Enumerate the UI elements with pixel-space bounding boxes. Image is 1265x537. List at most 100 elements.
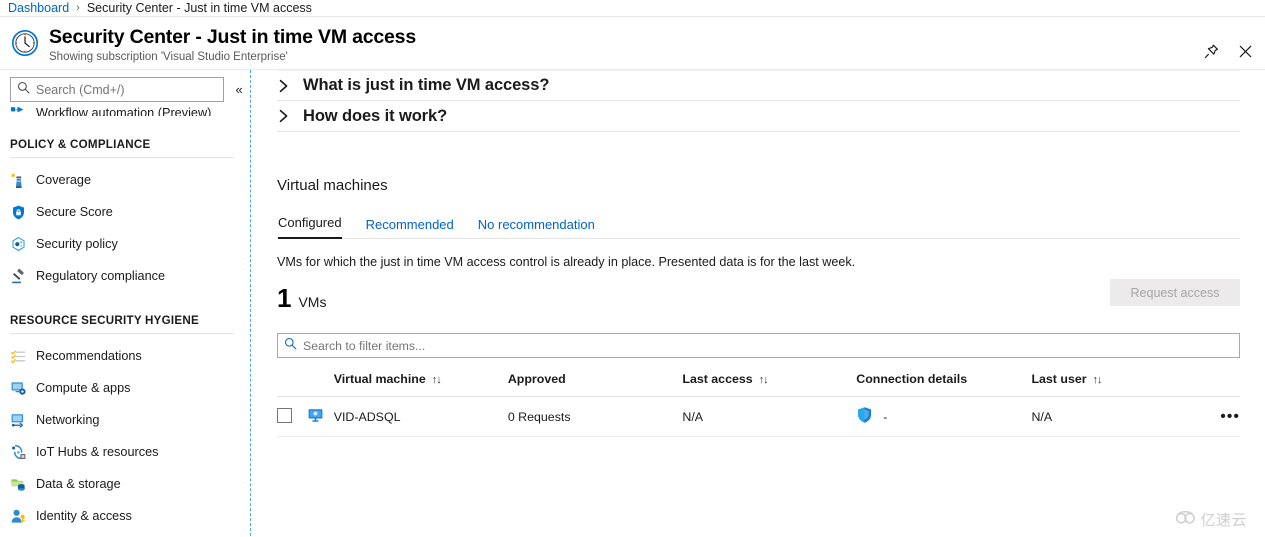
tab-configured[interactable]: Configured <box>278 215 342 239</box>
accordion-label: What is just in time VM access? <box>303 76 550 94</box>
column-label: Last user <box>1031 372 1087 386</box>
shield-icon <box>856 406 873 427</box>
sort-arrows-icon[interactable]: ↑↓ <box>1093 374 1103 386</box>
vm-count-row: 1 VMs Request access <box>277 279 1240 313</box>
approved-column-header: Approved <box>507 361 683 397</box>
vm-count-number: 1 <box>277 283 292 313</box>
cell-last-user: N/A <box>1031 396 1201 437</box>
sidebar-item-compute-apps[interactable]: Compute & apps <box>0 372 250 404</box>
policy-hexagon-icon <box>10 236 27 253</box>
accordion-what-is-jit[interactable]: What is just in time VM access? <box>277 70 1240 101</box>
more-options-icon[interactable]: ••• <box>1200 408 1240 424</box>
workflow-icon <box>10 102 27 116</box>
breadcrumb: Dashboard › Security Center - Just in ti… <box>0 0 1265 17</box>
sidebar: « Workflow automation (Preview) POLICY &… <box>0 70 251 536</box>
watermark: 亿速云 <box>1175 509 1247 530</box>
row-select-cell <box>277 396 307 437</box>
search-input[interactable] <box>36 82 218 97</box>
sidebar-divider <box>10 157 234 158</box>
cell-row-actions: ••• <box>1200 396 1240 437</box>
sidebar-item-recommendations[interactable]: Recommendations <box>0 340 250 372</box>
sidebar-search-row: « <box>0 70 250 102</box>
cloud-icon <box>1175 510 1196 530</box>
watermark-text: 亿速云 <box>1200 511 1247 529</box>
section-title-virtual-machines: Virtual machines <box>277 177 388 194</box>
icon-column-header <box>306 361 334 397</box>
connection-details-column-header: Connection details <box>856 361 1032 397</box>
table-header-row: Virtual machine ↑↓ Approved Last access ↑↓… <box>277 361 1240 397</box>
shield-icon <box>10 204 27 221</box>
column-label: Approved <box>507 372 566 386</box>
row-checkbox[interactable] <box>277 407 292 423</box>
iot-hub-icon <box>10 444 27 461</box>
networking-icon <box>10 412 27 429</box>
column-label: Last access <box>682 372 753 386</box>
sidebar-item-workflow-automation[interactable]: Workflow automation (Preview) <box>0 102 250 116</box>
sidebar-item-label: Workflow automation (Preview) <box>36 106 212 116</box>
header-actions <box>1201 41 1255 61</box>
sidebar-item-label: Networking <box>36 413 100 427</box>
search-input-wrapper[interactable] <box>10 77 225 102</box>
sidebar-item-label: Security policy <box>36 237 118 251</box>
sidebar-item-secure-score[interactable]: Secure Score <box>0 196 250 228</box>
sidebar-group-title-resource-security-hygiene: RESOURCE SECURITY HYGIENE <box>10 314 199 327</box>
cell-approved: 0 Requests <box>507 396 683 437</box>
cell-virtual-machine: VID-ADSQL <box>333 396 508 437</box>
breadcrumb-current: Security Center - Just in time VM access <box>86 1 312 15</box>
accordion-how-does-it-work[interactable]: How does it work? <box>277 101 1240 132</box>
sidebar-group-title-policy-compliance: POLICY & COMPLIANCE <box>10 138 151 151</box>
last-access-column-header[interactable]: Last access ↑↓ <box>682 361 857 397</box>
select-all-column-header <box>277 361 307 397</box>
sidebar-item-label: Regulatory compliance <box>36 269 166 283</box>
pin-icon[interactable] <box>1201 41 1221 61</box>
row-icon-cell <box>306 396 334 437</box>
breadcrumb-link-dashboard[interactable]: Dashboard <box>8 1 69 15</box>
vm-table: Virtual machine ↑↓ Approved Last access ↑↓… <box>277 361 1240 437</box>
column-label: Virtual machine <box>333 372 426 386</box>
compute-icon <box>10 380 27 397</box>
cell-last-access: N/A <box>682 396 857 437</box>
clock-icon <box>10 28 40 58</box>
sidebar-item-label: Identity & access <box>36 509 132 523</box>
filter-input-wrapper[interactable] <box>277 333 1240 358</box>
lighthouse-icon <box>10 172 27 189</box>
chevron-right-icon <box>277 79 291 93</box>
sidebar-item-iot-hubs-resources[interactable]: IoT Hubs & resources <box>0 436 250 468</box>
virtual-machine-column-header[interactable]: Virtual machine ↑↓ <box>333 361 508 397</box>
sidebar-item-networking[interactable]: Networking <box>0 404 250 436</box>
request-access-button[interactable]: Request access <box>1110 279 1240 306</box>
sidebar-divider <box>10 333 234 334</box>
tab-no-recommendation[interactable]: No recommendation <box>478 217 595 239</box>
virtual-machine-icon <box>307 408 324 427</box>
checklist-icon <box>10 348 27 365</box>
sidebar-item-coverage[interactable]: Coverage <box>0 164 250 196</box>
search-icon <box>17 81 30 99</box>
table-row[interactable]: VID-ADSQL 0 Requests N/A - N/A ••• <box>277 396 1240 437</box>
sort-arrows-icon[interactable]: ↑↓ <box>759 374 769 386</box>
page-title: Security Center - Just in time VM access <box>49 26 416 48</box>
blade-header: Security Center - Just in time VM access… <box>0 17 1265 70</box>
sidebar-item-label: IoT Hubs & resources <box>36 445 159 459</box>
column-label: Connection details <box>856 372 968 386</box>
close-icon[interactable] <box>1235 41 1255 61</box>
connection-details-value: - <box>883 409 888 424</box>
chevron-right-icon <box>277 109 291 123</box>
breadcrumb-separator-icon: › <box>76 2 80 14</box>
sidebar-item-identity-access[interactable]: Identity & access <box>0 500 250 532</box>
sort-arrows-icon[interactable]: ↑↓ <box>432 374 442 386</box>
sidebar-item-label: Recommendations <box>36 349 142 363</box>
sidebar-item-security-policy[interactable]: Security policy <box>0 228 250 260</box>
tab-description: VMs for which the just in time VM access… <box>277 255 856 269</box>
tab-recommended[interactable]: Recommended <box>366 217 454 239</box>
sidebar-item-label: Secure Score <box>36 205 113 219</box>
accordion-label: How does it work? <box>303 106 448 125</box>
filter-input[interactable] <box>303 338 1233 353</box>
collapse-sidebar-icon[interactable]: « <box>228 79 250 101</box>
sidebar-item-label: Compute & apps <box>36 381 131 395</box>
last-user-column-header[interactable]: Last user ↑↓ <box>1031 361 1201 397</box>
sidebar-item-label: Data & storage <box>36 477 121 491</box>
main-content: What is just in time VM access? How does… <box>251 70 1265 536</box>
sidebar-item-regulatory-compliance[interactable]: Regulatory compliance <box>0 260 250 292</box>
sidebar-item-data-storage[interactable]: Data & storage <box>0 468 250 500</box>
page-subtitle: Showing subscription 'Visual Studio Ente… <box>49 51 288 63</box>
